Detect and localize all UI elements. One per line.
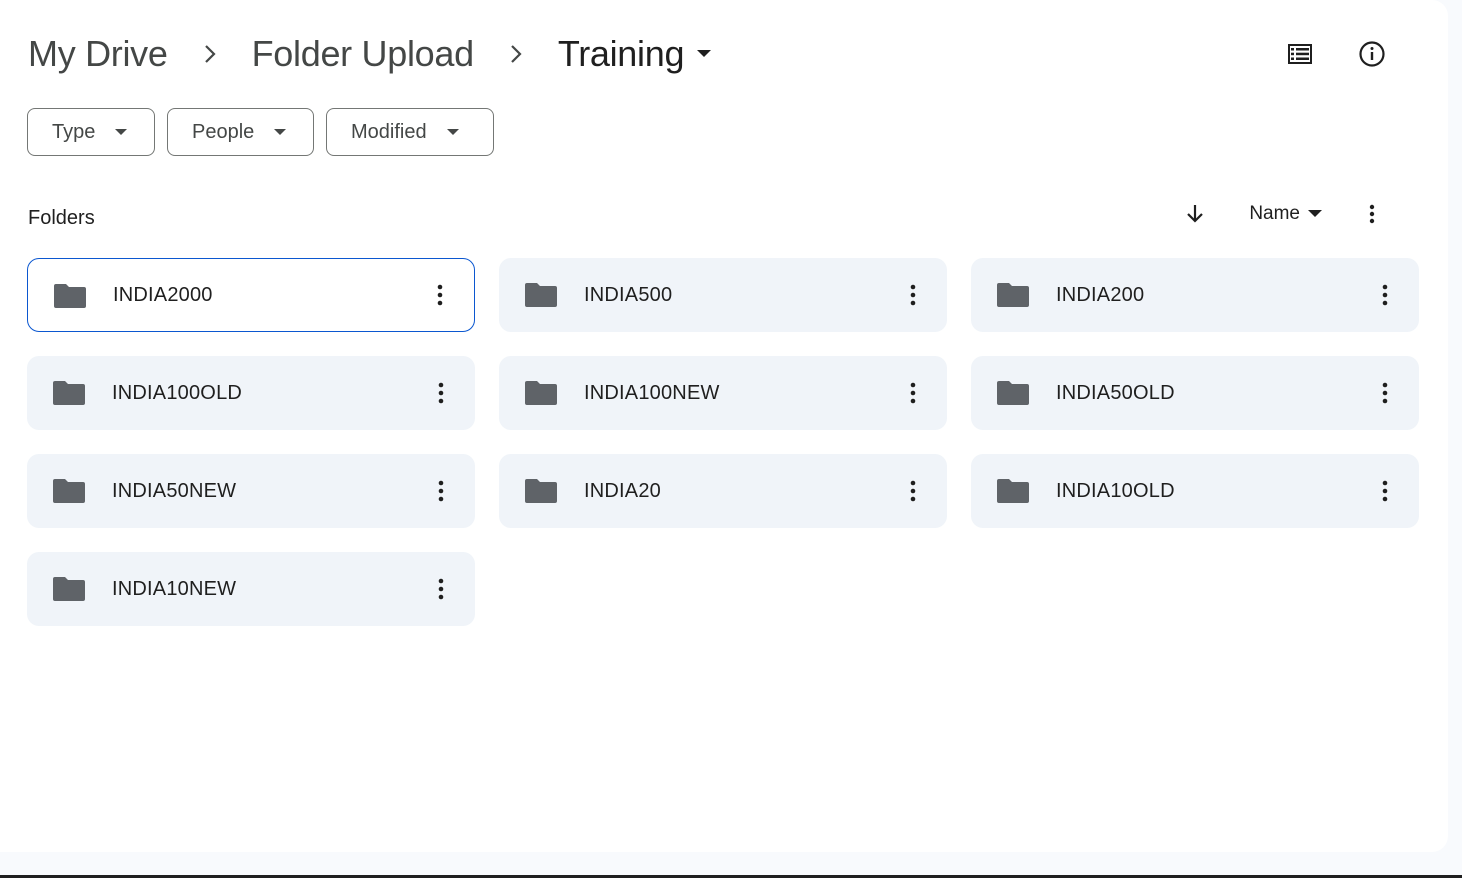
filter-people-chip[interactable]: People	[167, 108, 314, 156]
caret-down-icon	[696, 49, 712, 59]
filter-type-label: Type	[52, 120, 96, 143]
folder-icon	[997, 283, 1029, 307]
more-options-icon[interactable]	[1369, 373, 1401, 413]
folder-card[interactable]: INDIA200	[971, 258, 1419, 332]
more-options-icon[interactable]	[425, 471, 457, 511]
folder-name: INDIA100NEW	[584, 381, 720, 404]
caret-down-icon	[115, 128, 128, 136]
breadcrumb: My Drive Folder Upload Training	[28, 30, 712, 78]
folder-card[interactable]: INDIA2000	[27, 258, 475, 332]
filter-people-label: People	[192, 120, 255, 143]
more-options-icon[interactable]	[897, 471, 929, 511]
folder-icon	[525, 381, 557, 405]
folder-icon	[54, 284, 86, 308]
folder-card[interactable]: INDIA20	[499, 454, 947, 528]
folder-icon	[53, 577, 85, 601]
caret-down-icon	[446, 128, 459, 136]
sort-direction-button[interactable]	[1175, 194, 1215, 234]
section-title: Folders	[28, 207, 95, 229]
folder-icon	[997, 479, 1029, 503]
sort-field-label: Name	[1249, 203, 1300, 224]
folder-name: INDIA10OLD	[1056, 479, 1175, 502]
filter-modified-label: Modified	[351, 120, 427, 143]
folder-card[interactable]: INDIA50NEW	[27, 454, 475, 528]
folder-name: INDIA500	[584, 283, 673, 306]
more-options-icon[interactable]	[424, 275, 456, 315]
header-actions	[1280, 34, 1392, 74]
folder-grid: INDIA2000 INDIA500 INDIA200 INDIA100OLD INDI…	[27, 258, 1419, 626]
folder-card[interactable]: INDIA10OLD	[971, 454, 1419, 528]
folder-name: INDIA2000	[113, 283, 213, 306]
breadcrumb-current-folder[interactable]: Training	[558, 33, 712, 75]
breadcrumb-current-label: Training	[557, 33, 685, 74]
folder-icon	[525, 283, 557, 307]
more-options-icon[interactable]	[425, 373, 457, 413]
folder-card[interactable]: INDIA500	[499, 258, 947, 332]
sort-controls: Name	[1175, 194, 1392, 234]
chevron-right-icon	[474, 44, 558, 64]
folder-icon	[53, 479, 85, 503]
breadcrumb-item-folder-upload[interactable]: Folder Upload	[252, 33, 475, 75]
folder-name: INDIA100OLD	[112, 381, 243, 404]
more-options-icon[interactable]	[1369, 275, 1401, 315]
folder-icon	[525, 479, 557, 503]
folder-name: INDIA50OLD	[1056, 381, 1175, 404]
folder-icon	[997, 381, 1029, 405]
sort-field-button[interactable]: Name	[1249, 203, 1322, 225]
list-view-icon[interactable]	[1280, 34, 1320, 74]
folder-card[interactable]: INDIA50OLD	[971, 356, 1419, 430]
breadcrumb-item-my-drive[interactable]: My Drive	[28, 33, 168, 75]
folder-card[interactable]: INDIA10NEW	[27, 552, 475, 626]
folder-icon	[53, 381, 85, 405]
more-options-icon[interactable]	[1352, 194, 1392, 234]
folder-card[interactable]: INDIA100OLD	[27, 356, 475, 430]
folder-name: INDIA20	[584, 479, 661, 502]
main-panel: My Drive Folder Upload Training Type Peo…	[0, 0, 1448, 852]
more-options-icon[interactable]	[897, 373, 929, 413]
filter-bar: Type People Modified	[27, 108, 494, 156]
folder-name: INDIA200	[1056, 283, 1145, 306]
folder-name: INDIA50NEW	[112, 479, 237, 502]
chevron-right-icon	[168, 44, 252, 64]
more-options-icon[interactable]	[1369, 471, 1401, 511]
caret-down-icon	[274, 128, 287, 136]
filter-modified-chip[interactable]: Modified	[326, 108, 494, 156]
arrow-down-icon	[1187, 205, 1204, 223]
folder-name: INDIA10NEW	[112, 577, 237, 600]
folder-card[interactable]: INDIA100NEW	[499, 356, 947, 430]
caret-down-icon	[1308, 210, 1322, 218]
more-options-icon[interactable]	[897, 275, 929, 315]
more-options-icon[interactable]	[425, 569, 457, 609]
info-icon[interactable]	[1352, 34, 1392, 74]
filter-type-chip[interactable]: Type	[27, 108, 155, 156]
